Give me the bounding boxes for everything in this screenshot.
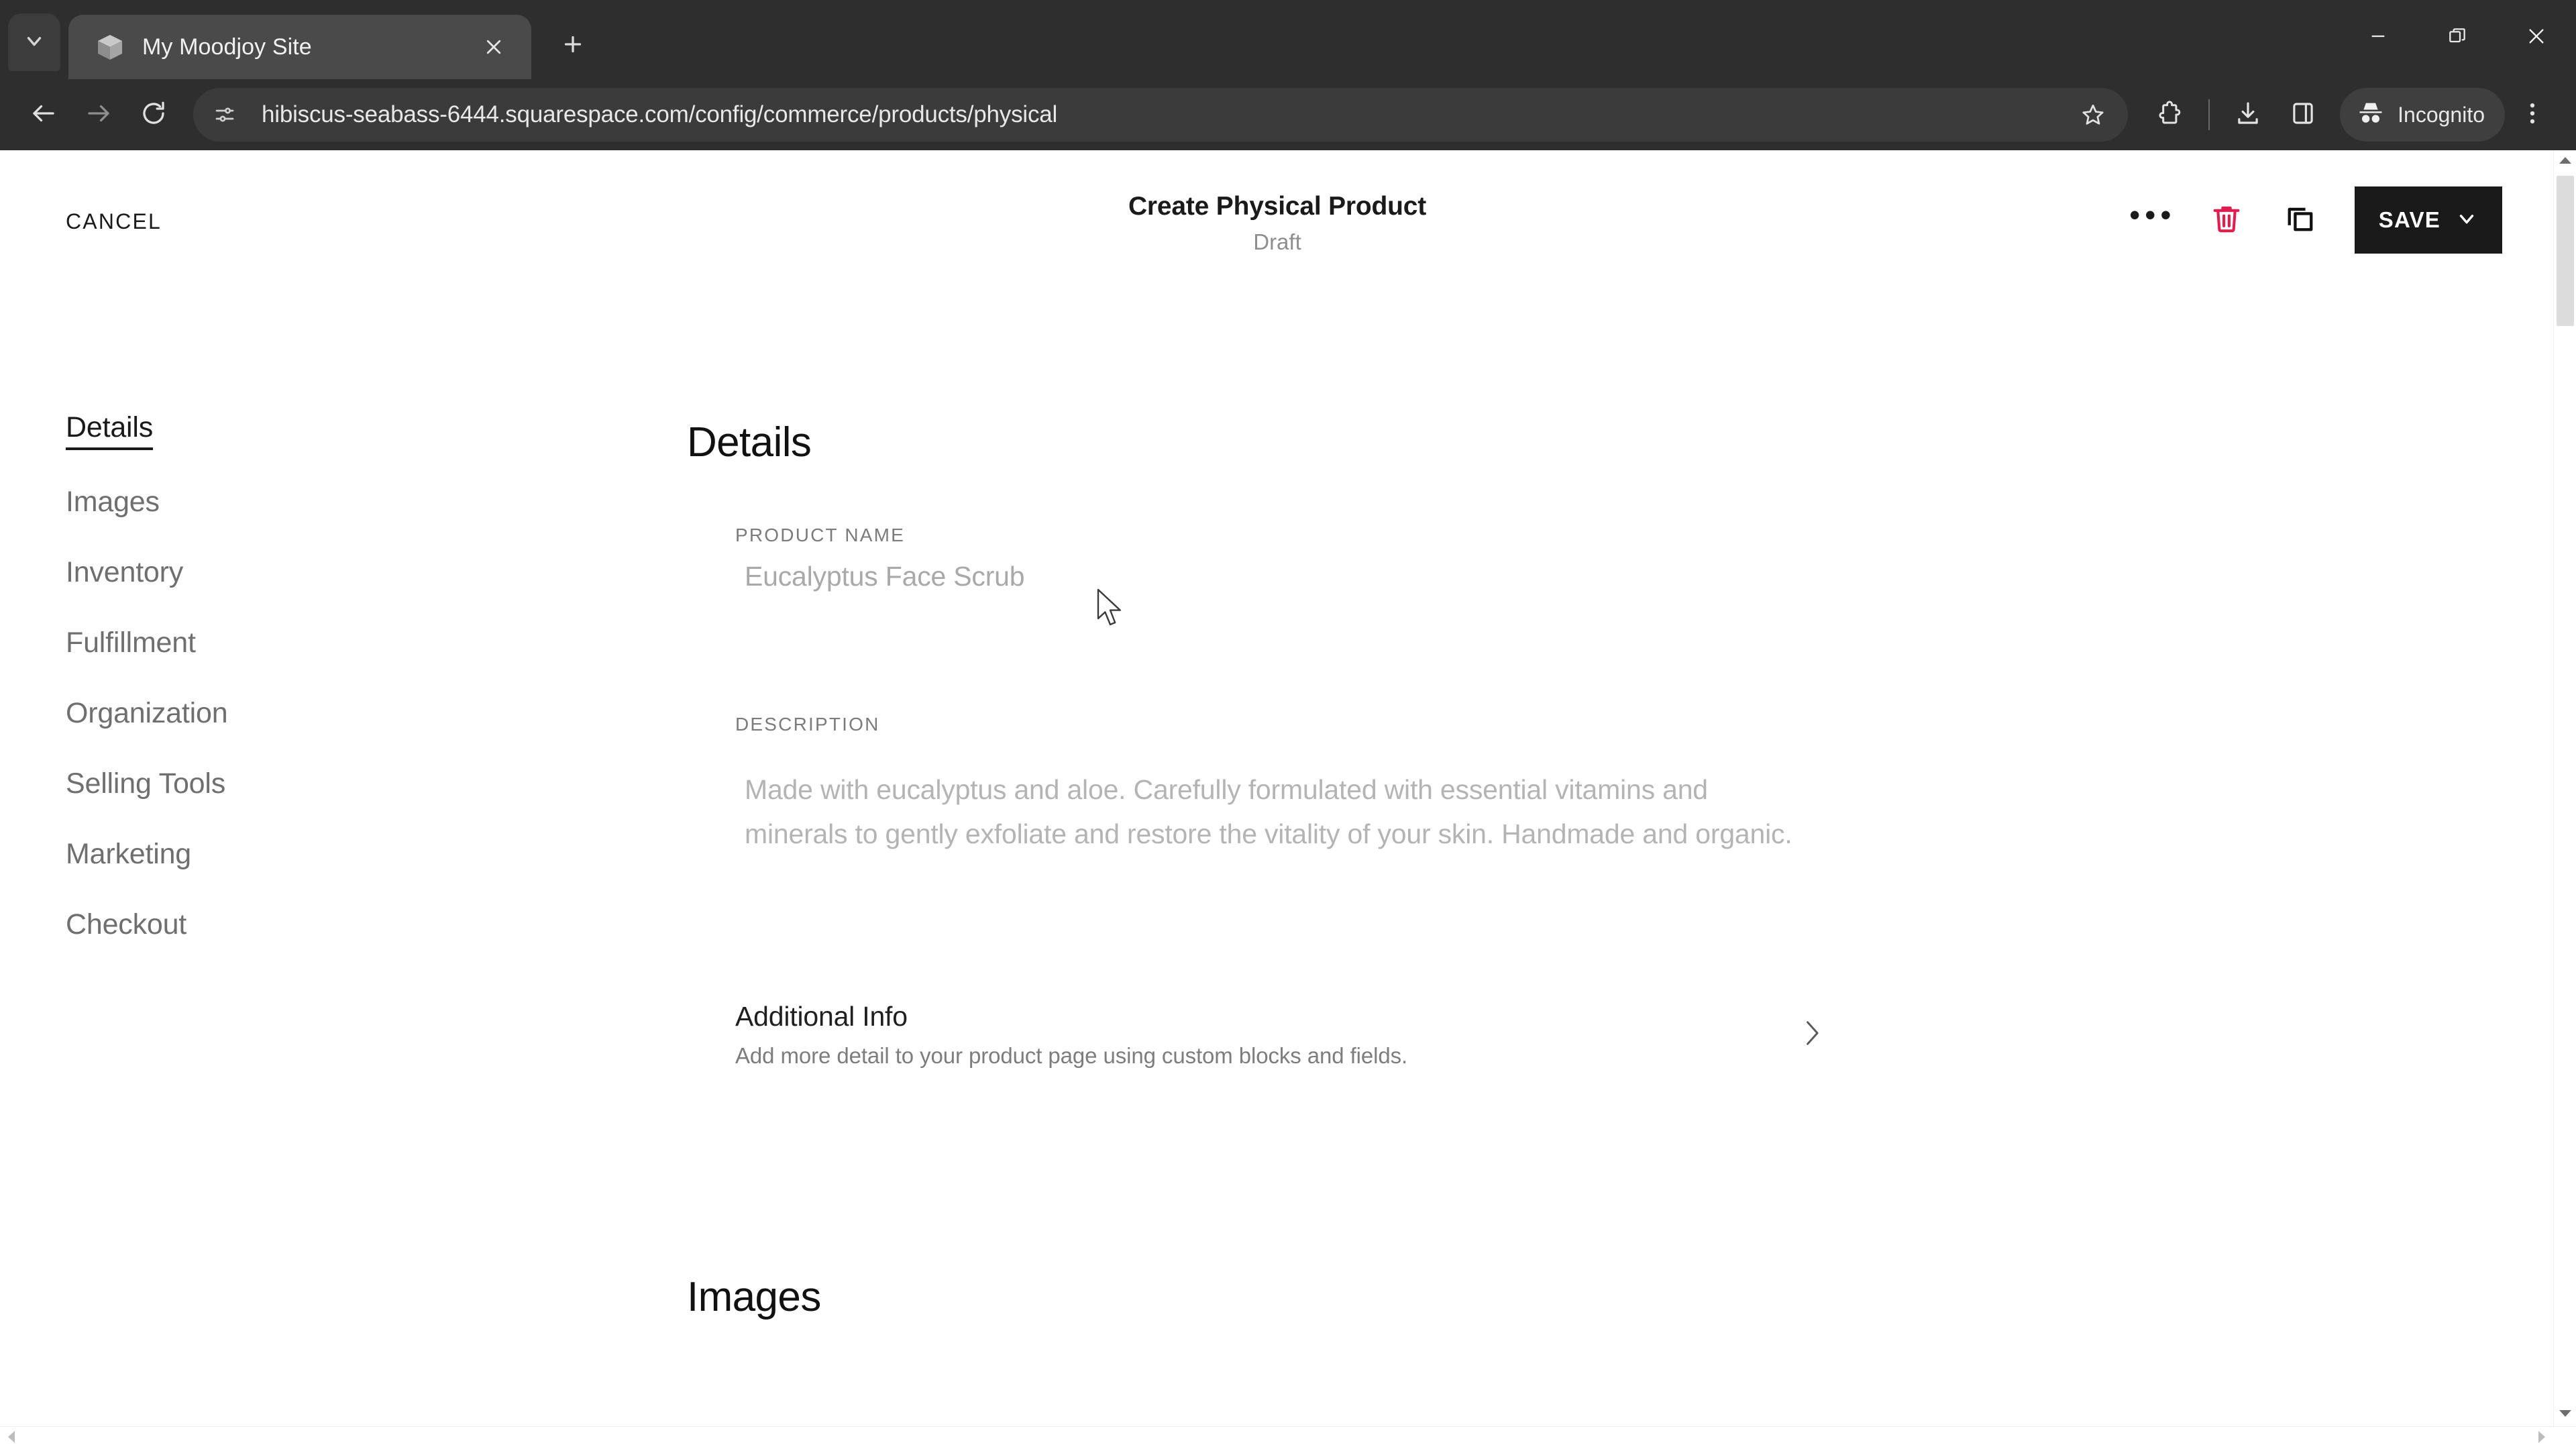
description-input[interactable]: Made with eucalyptus and aloe. Carefully… (745, 767, 1798, 857)
incognito-label: Incognito (2398, 102, 2485, 127)
duplicate-product-button[interactable] (2263, 186, 2337, 254)
additional-info-subtitle: Add more detail to your product page usi… (735, 1043, 1408, 1068)
sidebar-item-organization[interactable]: Organization (66, 699, 228, 732)
save-button-label: SAVE (2378, 207, 2440, 232)
extensions-puzzle-icon (2156, 99, 2184, 131)
cancel-button[interactable]: CANCEL (66, 209, 162, 234)
tab-title: My Moodjoy Site (142, 34, 312, 60)
sidebar-item-fulfillment[interactable]: Fulfillment (66, 629, 196, 661)
additional-info-row[interactable]: Additional Info Add more detail to your … (735, 1001, 1825, 1069)
window-controls (2339, 0, 2576, 75)
sidebar-item-details[interactable]: Details (66, 413, 153, 450)
scroll-up-button[interactable] (2554, 150, 2576, 173)
window-maximize-button[interactable] (2418, 0, 2497, 75)
arrow-left-icon (30, 99, 58, 131)
caret-left-icon (7, 1430, 16, 1447)
tab-search-button[interactable] (8, 13, 60, 71)
extensions-button[interactable] (2143, 87, 2198, 142)
side-panel-button[interactable] (2275, 87, 2330, 142)
browser-window: My Moodjoy Site hibiscus-seabass-6444.sq… (0, 0, 2576, 1449)
duplicate-icon (2283, 201, 2318, 239)
downloads-button[interactable] (2220, 87, 2275, 142)
incognito-indicator[interactable]: Incognito (2340, 88, 2505, 142)
images-section-heading: Images (687, 1274, 821, 1320)
back-button[interactable] (16, 87, 71, 142)
trash-icon (2209, 201, 2244, 239)
side-panel-icon (2289, 99, 2317, 131)
details-section-heading: Details (687, 419, 812, 466)
incognito-hat-icon (2356, 99, 2398, 131)
caret-down-icon (2559, 1409, 2572, 1421)
browser-tab[interactable]: My Moodjoy Site (68, 15, 531, 79)
new-tab-button[interactable] (549, 21, 597, 70)
vertical-scrollbar-thumb[interactable] (2557, 176, 2574, 326)
address-bar[interactable]: hibiscus-seabass-6444.squarespace.com/co… (193, 88, 2129, 142)
window-close-button[interactable] (2497, 0, 2576, 75)
caret-up-icon (2559, 156, 2572, 168)
three-dot-menu-icon (2518, 99, 2546, 131)
page-viewport: CANCEL Create Physical Product Draft ••• (0, 150, 2576, 1449)
editor-header: CANCEL Create Physical Product Draft ••• (0, 150, 2555, 271)
chrome-menu-button[interactable] (2505, 87, 2560, 142)
additional-info-text: Additional Info Add more detail to your … (735, 1001, 1407, 1069)
sidebar-item-selling-tools[interactable]: Selling Tools (66, 769, 225, 802)
chevron-down-icon (2455, 207, 2478, 233)
browser-toolbar: hibiscus-seabass-6444.squarespace.com/co… (0, 79, 2576, 150)
tab-strip: My Moodjoy Site (0, 0, 2576, 79)
product-editor-page: CANCEL Create Physical Product Draft ••• (0, 150, 2555, 1428)
minimize-icon (2367, 25, 2389, 50)
caret-right-icon (2537, 1430, 2546, 1447)
more-options-button[interactable]: ••• (2116, 186, 2190, 254)
plus-icon (561, 32, 585, 60)
description-label: DESCRIPTION (735, 714, 880, 735)
editor-sidebar: Details Images Inventory Fulfillment Org… (66, 413, 495, 981)
reload-button[interactable] (126, 87, 181, 142)
reload-icon (140, 99, 168, 131)
site-settings-icon[interactable] (200, 90, 250, 140)
bookmark-star-icon[interactable] (2068, 89, 2118, 140)
additional-info-title: Additional Info (735, 1001, 908, 1032)
scroll-left-button[interactable] (0, 1427, 23, 1449)
toolbar-divider (2208, 99, 2210, 130)
window-minimize-button[interactable] (2339, 0, 2418, 75)
save-button[interactable]: SAVE (2354, 186, 2502, 254)
sidebar-item-marketing[interactable]: Marketing (66, 840, 191, 873)
delete-product-button[interactable] (2190, 186, 2263, 254)
close-icon (2526, 25, 2547, 50)
restore-icon (2447, 25, 2468, 50)
product-name-label: PRODUCT NAME (735, 525, 906, 545)
squarespace-cube-icon (95, 32, 125, 62)
vertical-scrollbar[interactable] (2553, 150, 2576, 1449)
sidebar-item-images[interactable]: Images (66, 488, 160, 521)
toolbar-actions: Incognito (2143, 87, 2560, 142)
tab-close-icon[interactable] (475, 28, 513, 66)
download-icon (2234, 99, 2262, 131)
arrow-right-icon (85, 99, 113, 131)
product-name-input[interactable]: Eucalyptus Face Scrub (745, 561, 1791, 592)
url-text[interactable]: hibiscus-seabass-6444.squarespace.com/co… (250, 101, 2068, 128)
scroll-down-button[interactable] (2554, 1403, 2576, 1426)
sidebar-item-inventory[interactable]: Inventory (66, 558, 183, 591)
chevron-down-icon (23, 30, 46, 56)
sidebar-item-checkout[interactable]: Checkout (66, 910, 186, 943)
scroll-right-button[interactable] (2530, 1427, 2553, 1449)
horizontal-scrollbar[interactable] (0, 1426, 2576, 1449)
header-actions: ••• SAVE (2116, 186, 2502, 254)
chevron-right-icon (1799, 1016, 1825, 1054)
forward-button[interactable] (71, 87, 126, 142)
